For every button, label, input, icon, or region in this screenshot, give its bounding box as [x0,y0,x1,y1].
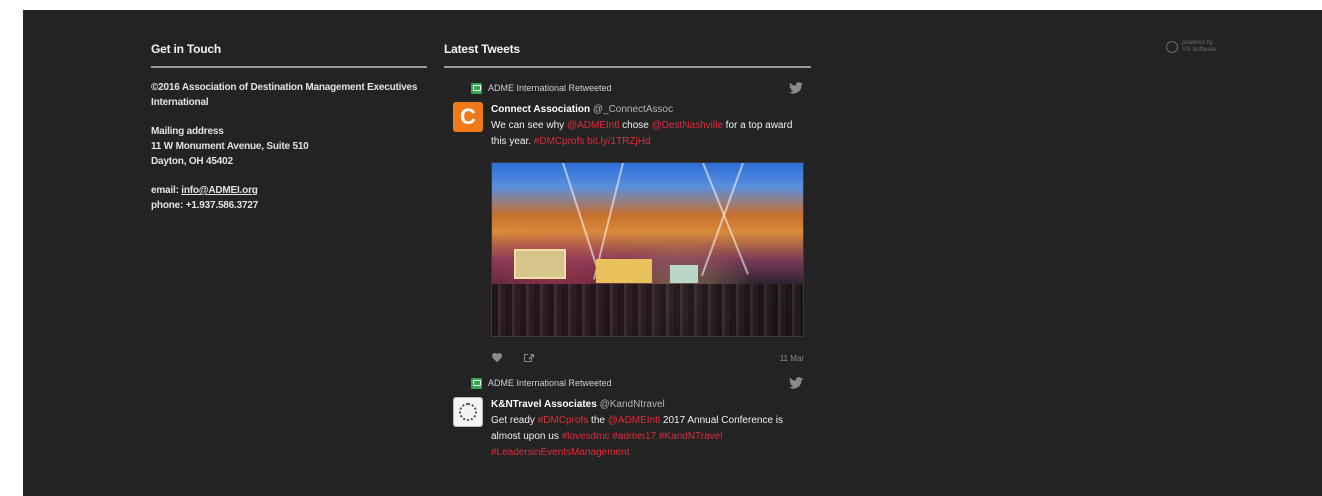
phone-text: phone: +1.937.586.3727 [151,200,259,211]
contact-heading: Get in Touch [151,42,427,68]
heart-icon[interactable] [491,353,503,363]
powered-by-line2: YG Software [1182,47,1217,53]
twitter-bird-icon[interactable] [789,82,803,94]
twitter-bird-icon[interactable] [789,377,803,389]
retweeted-by: ADME International Retweeted [488,378,612,388]
contact-info: email: info@ADMEI.org phone: +1.937.586.… [151,183,427,213]
copyright-text: ©2016 Association of Destination Managem… [151,82,418,108]
mention-link[interactable]: @ADMEIntl [567,120,619,131]
avatar[interactable] [453,397,483,427]
tweet-author[interactable]: K&NTravel Associates [491,399,597,410]
mention-link[interactable]: @DestNashville [652,120,723,131]
powered-by-icon [1166,41,1178,53]
avatar-letter: C [460,104,476,129]
tweet-item[interactable]: ADME International Retweeted C Connect A… [444,82,811,363]
tweet-handle[interactable]: @_ConnectAssoc [593,104,673,115]
tweets-heading: Latest Tweets [444,42,811,68]
tweet-body: K&NTravel Associates @KandNtravel Get re… [444,397,811,461]
avatar[interactable]: C [453,102,483,132]
tweet-text-part: the [588,415,608,426]
tweet-text: K&NTravel Associates @KandNtravel Get re… [491,397,809,461]
tweet-handle[interactable]: @KandNtravel [600,399,665,410]
powered-by-text: powered by YG Software [1182,40,1216,54]
hashtag-link[interactable]: #DMCprofs [534,136,585,147]
tweet-date[interactable]: 11 Mar [780,354,804,363]
site-footer: Get in Touch ©2016 Association of Destin… [23,10,1322,496]
retweet-icon [471,82,482,94]
mention-link[interactable]: @ADMEIntl [608,415,660,426]
retweet-icon [471,377,482,389]
address-line-2: Dayton, OH 45402 [151,156,233,167]
hashtag-link[interactable]: #lovesdmc [562,431,610,442]
hashtag-link[interactable]: #admei17 [612,431,656,442]
tweet-text: Connect Association @_ConnectAssoc We ca… [491,102,809,150]
email-link[interactable]: info@ADMEI.org [181,185,258,196]
powered-by-line1: powered by [1182,40,1214,46]
tweet-author[interactable]: Connect Association [491,104,590,115]
tweet-body: C Connect Association @_ConnectAssoc We … [444,102,811,150]
address-line-1: 11 W Monument Avenue, Suite 510 [151,141,309,152]
contact-details: ©2016 Association of Destination Managem… [151,80,427,213]
tweets-column: Latest Tweets ADME International Retweet… [444,42,811,461]
contact-column: Get in Touch ©2016 Association of Destin… [151,42,427,227]
tweet-item[interactable]: ADME International Retweeted K&NTravel A… [444,377,811,461]
email-label: email: [151,185,182,196]
tweet-media-image[interactable] [491,162,804,337]
tweet-text-part: We can see why [491,120,567,131]
hashtag-link[interactable]: #KandNTravel [659,431,723,442]
tweet-text-part: Get ready [491,415,538,426]
retweet-line: ADME International Retweeted [471,377,811,389]
hashtag-link[interactable]: #DMCprofs [538,415,589,426]
tweet-actions: 11 Mar [491,353,804,363]
mailing-address: Mailing address 11 W Monument Avenue, Su… [151,124,427,169]
url-link[interactable]: bit.ly/1TRZjHd [587,136,650,147]
mailing-label: Mailing address [151,126,224,137]
tweet-text-part: chose [619,120,652,131]
share-icon[interactable] [523,353,535,363]
retweeted-by: ADME International Retweeted [488,83,612,93]
powered-by-logo[interactable]: powered by YG Software [1166,40,1216,54]
hashtag-link[interactable]: #LeadersinEventsManagement [491,447,629,458]
retweet-line: ADME International Retweeted [471,82,811,94]
